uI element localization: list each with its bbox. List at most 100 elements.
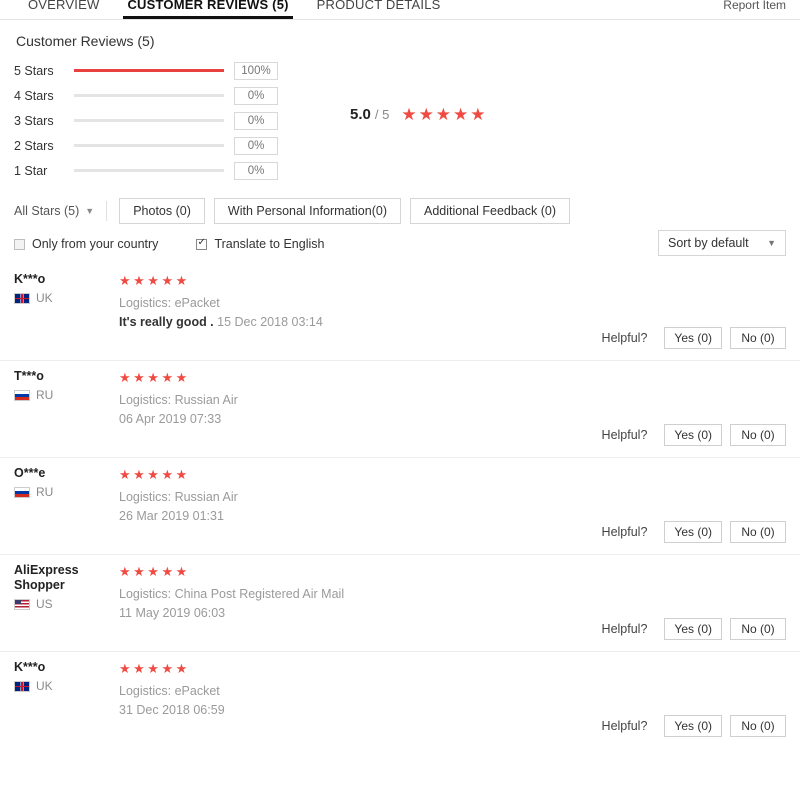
review-country: UK: [14, 291, 109, 305]
review-body: O***e RU ★★★★★ Logistics: Russian Air 26 Mar…: [0, 458, 800, 554]
rating-bar-track: [74, 94, 224, 97]
all-stars-label: All Stars (5): [14, 204, 80, 218]
review-author: K***o UK: [14, 272, 109, 305]
review-content: ★★★★★ Logistics: ePacket It's really good …: [119, 272, 786, 329]
rating-bar-row: 3 Stars 0%: [14, 108, 304, 133]
review-author: AliExpress Shopper US: [14, 563, 109, 611]
rating-bar-track: [74, 144, 224, 147]
review-logistics: Logistics: ePacket: [119, 684, 220, 698]
filter-additional-feedback-button[interactable]: Additional Feedback (0): [409, 198, 571, 224]
helpful-no-button[interactable]: No (0): [730, 327, 786, 349]
sort-dropdown-value: Sort by default: [668, 236, 749, 250]
review-content: ★★★★★ Logistics: ePacket 31 Dec 2018 06:59: [119, 660, 786, 717]
helpful-label: Helpful?: [601, 719, 648, 733]
rating-bar-track: [74, 69, 224, 72]
review-helpful: Helpful? Yes (0) No (0): [602, 424, 786, 446]
review-content: ★★★★★ Logistics: Russian Air 26 Mar 2019 0…: [119, 466, 786, 523]
review-country: RU: [14, 485, 109, 499]
tab-list: OVERVIEW CUSTOMER REVIEWS (5) PRODUCT DE…: [0, 0, 800, 19]
page-title: Customer Reviews (5): [16, 33, 155, 49]
review-helpful: Helpful? Yes (0) No (0): [602, 327, 786, 349]
rating-bar-percent: 0%: [234, 161, 278, 180]
rating-summary: 5 Stars 100% 4 Stars 0% 3 Stars 0% 2 Sta…: [0, 58, 800, 186]
helpful-yes-button[interactable]: Yes (0): [664, 424, 722, 446]
star-rating-icon: ★★★★★: [119, 564, 190, 579]
review-author-name: AliExpress Shopper: [14, 563, 79, 592]
only-from-country-checkbox[interactable]: Only from your country: [14, 237, 158, 251]
review-author-name: T***o: [14, 369, 44, 383]
tab-product-details-label: PRODUCT DETAILS: [316, 0, 441, 12]
helpful-no-button[interactable]: No (0): [730, 521, 786, 543]
rating-bar-percent: 0%: [234, 86, 278, 105]
review-logistics: Logistics: China Post Registered Air Mai…: [119, 587, 345, 601]
helpful-yes-button[interactable]: Yes (0): [664, 327, 722, 349]
divider: [106, 201, 108, 221]
review-logistics: Logistics: ePacket: [119, 296, 220, 310]
review-author-name: K***o: [14, 272, 46, 286]
rating-bar-row: 2 Stars 0%: [14, 133, 304, 158]
star-rating-icon: ★★★★★: [119, 661, 190, 676]
review-date: 15 Dec 2018 03:14: [217, 315, 323, 329]
review-country-code: UK: [36, 679, 53, 693]
review-author: O***e RU: [14, 466, 109, 499]
review-content: ★★★★★ Logistics: China Post Registered Ai…: [119, 563, 786, 620]
flag-uk-icon: [14, 680, 30, 692]
review-body: T***o RU ★★★★★ Logistics: Russian Air 06 Apr…: [0, 361, 800, 457]
review-item: K***o UK ★★★★★ Logistics: ePacket 31 Dec 201…: [0, 652, 800, 748]
score-denominator: / 5: [374, 107, 390, 122]
star-rating-icon: ★★★★★: [119, 370, 190, 385]
helpful-label: Helpful?: [601, 331, 648, 345]
rating-bar-percent: 100%: [234, 61, 278, 80]
review-item: O***e RU ★★★★★ Logistics: Russian Air 26 Mar…: [0, 458, 800, 555]
rating-bar-row: 1 Star 0%: [14, 158, 304, 183]
review-country: RU: [14, 388, 109, 402]
helpful-yes-button[interactable]: Yes (0): [664, 715, 722, 737]
star-rating-icon: ★★★★★: [401, 105, 488, 124]
translate-to-english-label: Translate to English: [214, 237, 325, 251]
flag-ru-icon: [14, 389, 30, 401]
review-country: US: [14, 597, 109, 611]
review-helpful: Helpful? Yes (0) No (0): [602, 521, 786, 543]
review-filter-bar: All Stars (5) ▼ Photos (0) With Personal…: [14, 198, 579, 224]
rating-bar-label: 3 Stars: [14, 113, 54, 128]
rating-distribution: 5 Stars 100% 4 Stars 0% 3 Stars 0% 2 Sta…: [14, 58, 304, 183]
review-logistics: Logistics: Russian Air: [119, 490, 238, 504]
rating-bar-percent: 0%: [234, 111, 278, 130]
review-body: K***o UK ★★★★★ Logistics: ePacket It's reall…: [0, 264, 800, 360]
tab-product-details[interactable]: PRODUCT DETAILS: [303, 0, 455, 19]
helpful-label: Helpful?: [601, 428, 648, 442]
tab-overview-label: OVERVIEW: [28, 0, 100, 12]
review-helpful: Helpful? Yes (0) No (0): [602, 618, 786, 640]
tab-customer-reviews-label: CUSTOMER REVIEWS (5): [127, 0, 289, 12]
helpful-no-button[interactable]: No (0): [730, 715, 786, 737]
review-country: UK: [14, 679, 109, 693]
product-tab-bar: OVERVIEW CUSTOMER REVIEWS (5) PRODUCT DE…: [0, 0, 800, 20]
rating-bar-row: 5 Stars 100%: [14, 58, 304, 83]
translate-to-english-checkbox[interactable]: Translate to English: [196, 237, 324, 251]
report-item-link[interactable]: Report Item: [723, 0, 786, 12]
helpful-no-button[interactable]: No (0): [730, 618, 786, 640]
helpful-yes-button[interactable]: Yes (0): [664, 618, 722, 640]
chevron-down-icon: ▼: [85, 206, 95, 216]
filter-personal-information-button[interactable]: With Personal Information(0): [213, 198, 401, 224]
rating-bar-track: [74, 169, 224, 172]
all-stars-dropdown[interactable]: All Stars (5) ▼: [14, 204, 94, 218]
review-item: AliExpress Shopper US ★★★★★ Logistics: Chin…: [0, 555, 800, 652]
filter-photos-button[interactable]: Photos (0): [119, 198, 205, 224]
review-item: K***o UK ★★★★★ Logistics: ePacket It's reall…: [0, 264, 800, 361]
flag-uk-icon: [14, 292, 30, 304]
review-helpful: Helpful? Yes (0) No (0): [602, 715, 786, 737]
review-author: T***o RU: [14, 369, 109, 402]
checkbox-icon: [14, 238, 25, 250]
review-options-row: Only from your country Translate to Engl…: [14, 234, 362, 254]
tab-customer-reviews[interactable]: CUSTOMER REVIEWS (5): [113, 0, 302, 19]
review-item: T***o RU ★★★★★ Logistics: Russian Air 06 Apr…: [0, 361, 800, 458]
review-country-code: RU: [36, 388, 54, 402]
helpful-label: Helpful?: [601, 525, 648, 539]
star-rating-icon: ★★★★★: [119, 467, 190, 482]
sort-dropdown[interactable]: Sort by default ▼: [658, 230, 786, 256]
helpful-yes-button[interactable]: Yes (0): [664, 521, 722, 543]
score-value: 5.0: [350, 106, 371, 123]
helpful-no-button[interactable]: No (0): [730, 424, 786, 446]
tab-overview[interactable]: OVERVIEW: [14, 0, 113, 19]
